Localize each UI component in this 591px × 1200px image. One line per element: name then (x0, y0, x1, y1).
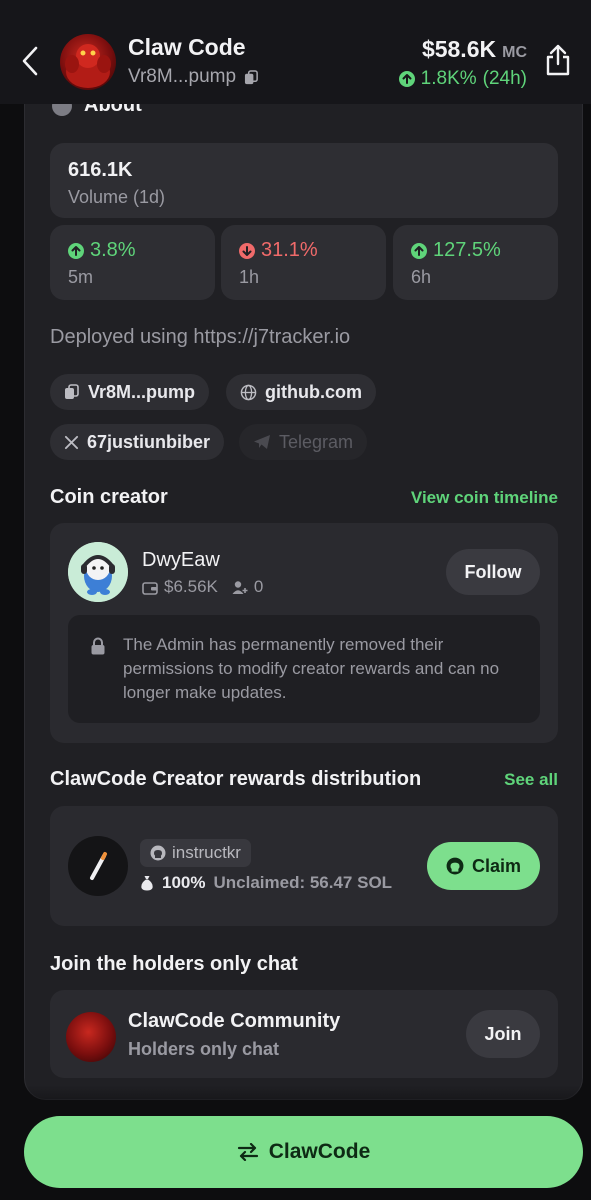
money-bag-icon (141, 876, 153, 891)
stat-value: 127.5% (411, 239, 501, 262)
swap-arrows-icon (237, 1143, 258, 1161)
creator-avatar[interactable] (68, 542, 128, 602)
telegram-label: Telegram (279, 431, 354, 452)
admin-notice-text: The Admin has permanently removed their … (123, 635, 500, 702)
stat-label: 6h (411, 267, 432, 287)
address-label: Vr8M...pump (88, 381, 196, 402)
volume-card: 616.1K Volume (1d) (50, 143, 558, 218)
volume-label: Volume (1d) (68, 187, 166, 207)
creator-holdings: $6.56K (164, 577, 218, 596)
github-user-tag[interactable]: instructkr (140, 839, 251, 867)
chevron-left-icon (22, 46, 38, 76)
telegram-icon (254, 435, 270, 449)
community-name: ClawCode Community (128, 1010, 341, 1032)
recipient-avatar (68, 836, 128, 896)
creator-followers: 0 (253, 577, 264, 596)
creator-name[interactable]: DwyEaw (142, 549, 220, 572)
coin-creator-heading: Coin creator (50, 486, 168, 508)
stat-card-6h: 127.5% 6h (393, 225, 558, 300)
x-logo-icon (64, 435, 79, 449)
github-icon (150, 845, 166, 861)
stat-label: 1h (239, 267, 260, 287)
reward-unclaimed: Unclaimed: 56.47 SOL (213, 873, 393, 892)
copy-icon (245, 69, 258, 84)
telegram-chip: Telegram (239, 424, 368, 460)
admin-notice: The Admin has permanently removed their … (68, 615, 540, 723)
token-name: Claw Code (128, 34, 246, 60)
share-button[interactable] (545, 44, 575, 78)
arrow-up-circle-icon (398, 71, 415, 87)
creator-avatar-art (68, 542, 128, 602)
arrow-up-circle-icon (68, 242, 84, 259)
creator-stats: $6.56K 0 (142, 577, 263, 597)
github-icon (446, 857, 464, 875)
reward-summary: 100% Unclaimed: 56.47 SOL (140, 873, 392, 893)
follow-button[interactable]: Follow (446, 549, 540, 595)
followers-icon (232, 580, 248, 594)
see-all-link[interactable]: See all (504, 770, 558, 790)
stat-card-5m: 3.8% 5m (50, 225, 215, 300)
change-period: (24h) (482, 68, 527, 89)
stat-value: 3.8% (68, 239, 136, 262)
market-cap-value: $58.6K (421, 36, 497, 62)
change-value: 1.8K% (420, 68, 477, 89)
copy-address-chip[interactable]: Vr8M...pump (50, 374, 210, 410)
x-handle-label: 67justiunbiber (87, 431, 211, 452)
community-avatar (66, 1012, 116, 1062)
back-button[interactable] (14, 40, 46, 82)
token-avatar (60, 34, 116, 90)
volume-value: 616.1K (68, 159, 133, 181)
globe-icon (240, 384, 257, 400)
share-icon (546, 44, 570, 76)
claim-label: Claim (471, 855, 522, 876)
view-coin-timeline-link[interactable]: View coin timeline (411, 488, 558, 508)
reward-share: 100% (162, 873, 206, 892)
rewards-card: instructkr 100% Unclaimed: 56.47 SOL Cla… (50, 806, 558, 926)
rewards-heading: ClawCode Creator rewards distribution (50, 768, 422, 790)
join-button[interactable]: Join (466, 1010, 540, 1058)
github-user-label: instructkr (172, 843, 241, 862)
community-card: ClawCode Community Holders only chat Joi… (50, 990, 558, 1078)
trade-button-label: ClawCode (268, 1140, 371, 1163)
stat-label: 5m (68, 267, 94, 287)
x-profile-chip[interactable]: 67justiunbiber (50, 424, 225, 460)
token-description: Deployed using https://j7tracker.io (50, 326, 351, 348)
copy-icon (65, 384, 79, 399)
website-chip[interactable]: github.com (226, 374, 376, 410)
pen-icon (90, 852, 107, 880)
stat-value: 31.1% (239, 239, 318, 262)
token-logo-art (65, 44, 111, 88)
token-address: Vr8M...pump (128, 66, 237, 87)
market-cap-unit: MC (502, 44, 527, 61)
top-bar: Claw Code Vr8M...pump $58.6K MC 1.8K% (2… (0, 0, 591, 104)
website-label: github.com (265, 381, 362, 402)
arrow-up-circle-icon (411, 242, 427, 259)
token-address-row[interactable]: Vr8M...pump (128, 66, 259, 88)
wallet-icon (142, 581, 158, 595)
lock-icon (91, 637, 105, 655)
stat-card-1h: 31.1% 1h (221, 225, 386, 300)
arrow-down-circle-icon (239, 242, 255, 259)
community-subtitle: Holders only chat (128, 1039, 280, 1059)
holders-chat-heading: Join the holders only chat (50, 953, 298, 975)
trade-button[interactable]: ClawCode (24, 1116, 583, 1188)
claim-button[interactable]: Claim (427, 842, 540, 890)
creator-card: DwyEaw $6.56K 0 Follow The Admin has per… (50, 523, 558, 743)
market-cap-change: 1.8K% (24h) (398, 68, 527, 90)
market-cap: $58.6K MC (422, 36, 527, 63)
